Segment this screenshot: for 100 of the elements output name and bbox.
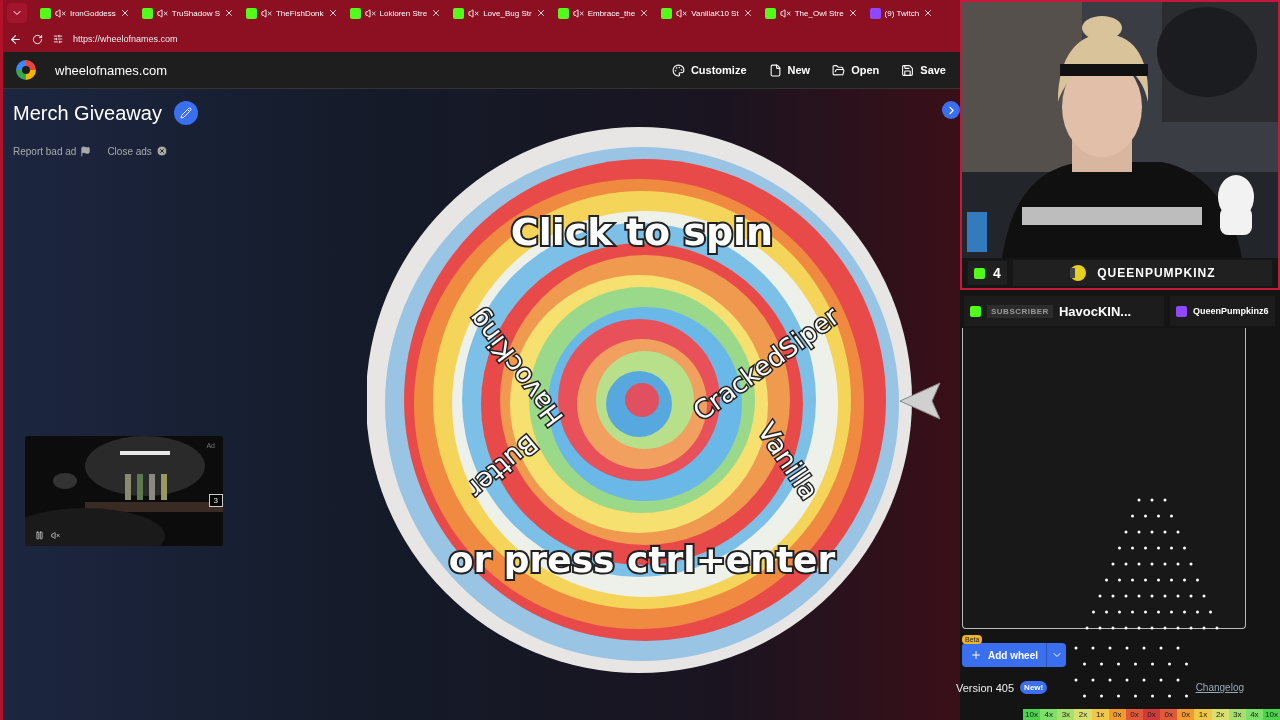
chat-username: HavocKIN... xyxy=(1058,303,1132,319)
browser-tab[interactable]: Love_Bug Str xyxy=(448,2,551,24)
browser-tab[interactable]: Embrace_the xyxy=(552,2,655,24)
subscriber-badge: SUBSCRIBER xyxy=(987,304,1053,318)
close-icon[interactable] xyxy=(847,8,858,18)
toolbar-button[interactable]: Customize xyxy=(669,61,749,79)
multiplier-slot: 0x xyxy=(1108,709,1126,720)
twitch-icon xyxy=(1176,305,1187,317)
multiplier-slot: 4x xyxy=(1040,709,1058,720)
logo-icon xyxy=(15,59,37,81)
multiplier-slot: 3x xyxy=(1057,709,1075,720)
muted-speaker-icon[interactable] xyxy=(779,7,791,19)
avatar-icon xyxy=(1069,264,1088,282)
toolbar-button[interactable]: New xyxy=(766,61,813,79)
ad-link[interactable]: Close ads xyxy=(107,145,168,157)
kick-icon xyxy=(661,7,673,19)
muted-speaker-icon[interactable] xyxy=(676,7,688,19)
version-text: Version 405 xyxy=(956,681,1015,694)
kick-icon xyxy=(764,7,776,19)
browser-tab[interactable]: VanillaK10 St xyxy=(656,2,758,24)
site-settings-icon[interactable] xyxy=(53,34,63,44)
viewer-count: 4 xyxy=(993,265,1001,281)
tab-title: TheFishDonk xyxy=(276,8,324,18)
flag-icon xyxy=(80,145,92,157)
kick-icon xyxy=(349,7,361,19)
pause-icon xyxy=(35,531,44,540)
close-icon[interactable] xyxy=(923,8,934,18)
palette-icon xyxy=(671,63,685,77)
close-icon[interactable] xyxy=(535,8,546,18)
back-icon[interactable] xyxy=(9,32,22,46)
browser-tab[interactable]: The_Owl Stre xyxy=(759,2,863,24)
close-icon[interactable] xyxy=(639,8,650,18)
tab-title: VanillaK10 St xyxy=(691,8,739,18)
kick-icon xyxy=(246,7,257,19)
close-icon[interactable] xyxy=(327,8,338,18)
multiplier-slot: 2x xyxy=(1211,709,1229,720)
twitch-icon xyxy=(869,7,881,19)
kick-icon xyxy=(141,7,153,19)
toolbar-button[interactable]: Open xyxy=(830,61,882,79)
expand-button[interactable] xyxy=(942,101,960,119)
mute-button[interactable] xyxy=(51,531,60,540)
close-icon[interactable] xyxy=(224,8,234,18)
multiplier-slot: 0x xyxy=(1143,709,1161,720)
tab-title: TruShadow S xyxy=(171,8,220,18)
multiplier-slot: 3x xyxy=(1228,709,1246,720)
browser-tab[interactable]: Lokloren Stre xyxy=(344,2,447,24)
kick-icon xyxy=(974,267,985,279)
browser-tab[interactable]: TheFishDonk xyxy=(241,2,343,24)
multiplier-slot: 0x xyxy=(1125,709,1143,720)
tab-title: Embrace_the xyxy=(587,8,636,18)
close-icon[interactable] xyxy=(431,8,442,18)
multiplier-slot: 0x xyxy=(1177,709,1195,720)
close-icon[interactable] xyxy=(742,8,753,18)
tab-title: Lokloren Stre xyxy=(379,8,428,18)
browser-tab[interactable]: TruShadow S xyxy=(136,2,239,24)
streamer-name: QUEENPUMPKINZ xyxy=(1097,266,1216,280)
multiplier-slot: 1x xyxy=(1194,709,1212,720)
ad-link[interactable]: Report bad ad xyxy=(13,145,92,157)
multiplier-slot: 0x xyxy=(1160,709,1178,720)
multiplier-slot: 1x xyxy=(1091,709,1109,720)
dropdown-button[interactable] xyxy=(1046,643,1066,667)
tab-title: (9) Twitch xyxy=(884,8,920,18)
site-brand[interactable]: wheelofnames.com xyxy=(55,62,652,78)
muted-speaker-icon[interactable] xyxy=(55,7,66,19)
toolbar-button[interactable]: Save xyxy=(899,61,948,79)
tab-title: Love_Bug Str xyxy=(483,8,532,18)
muted-speaker-icon[interactable] xyxy=(156,7,168,19)
muted-speaker-icon[interactable] xyxy=(468,7,480,19)
multiplier-slot: 2x xyxy=(1074,709,1092,720)
plus-icon xyxy=(970,649,982,661)
multiplier-slot: 10x xyxy=(1023,709,1041,720)
kick-icon xyxy=(557,7,569,19)
multiplier-slot: 10x xyxy=(1262,709,1280,720)
url-text[interactable]: https://wheelofnames.com xyxy=(73,34,178,44)
folder-icon xyxy=(832,63,846,77)
tab-title: The_Owl Stre xyxy=(794,8,844,18)
changelog-link[interactable]: Changelog xyxy=(1195,682,1244,693)
tab-title: IronGoddess xyxy=(70,8,116,18)
tab-menu-button[interactable] xyxy=(7,3,27,23)
close-icon[interactable] xyxy=(119,8,130,18)
add-wheel-button[interactable]: Add wheel xyxy=(962,643,1046,667)
close-icon xyxy=(155,145,168,157)
muted-speaker-icon xyxy=(51,531,60,540)
wheel-drawing[interactable] xyxy=(367,127,912,673)
reload-icon[interactable] xyxy=(32,33,43,45)
pointer-icon xyxy=(898,381,942,421)
spin-prompt: Click to spin xyxy=(510,210,774,254)
kick-icon xyxy=(40,7,51,19)
pencil-icon xyxy=(179,107,192,119)
new-badge: New! xyxy=(1020,681,1048,694)
edit-button[interactable] xyxy=(173,101,198,125)
file-icon xyxy=(768,63,782,77)
chat-username: QueenPumpkinz6 xyxy=(1193,306,1269,316)
muted-speaker-icon[interactable] xyxy=(364,7,376,19)
muted-speaker-icon[interactable] xyxy=(572,7,584,19)
browser-tab[interactable]: IronGoddess xyxy=(35,2,135,24)
browser-tab[interactable]: (9) Twitch xyxy=(864,2,939,24)
pause-button[interactable] xyxy=(35,531,44,540)
muted-speaker-icon[interactable] xyxy=(261,7,272,19)
save-icon xyxy=(901,63,915,77)
